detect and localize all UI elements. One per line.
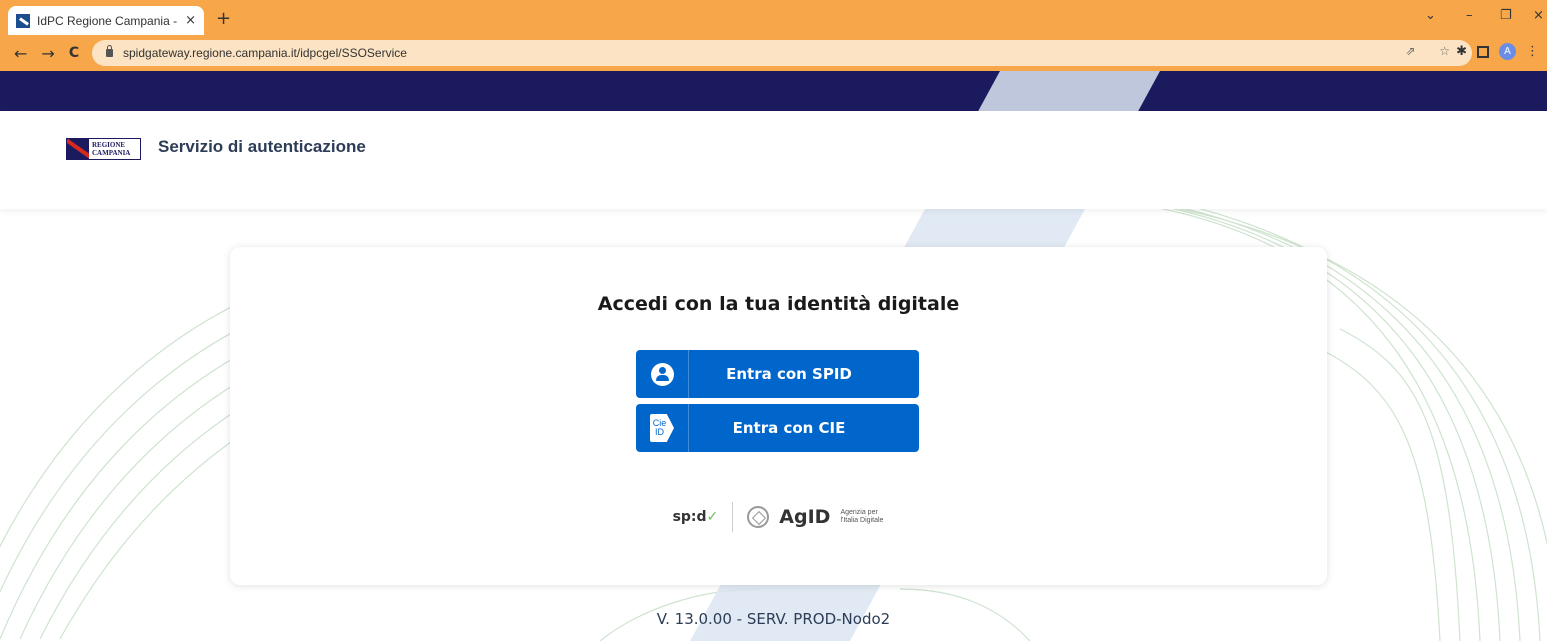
menu-icon[interactable]: ⋮ — [1526, 44, 1539, 59]
spid-logo: sp:d✓ — [673, 509, 719, 525]
new-tab-button[interactable]: + — [216, 8, 231, 29]
version-label: V. 13.0.00 - SERV. PROD-Nodo2 — [656, 610, 891, 628]
cie-button-label: Entra con CIE — [732, 419, 846, 437]
lock-icon[interactable] — [106, 45, 113, 57]
regione-campania-logo[interactable]: REGIONE CAMPANIA — [66, 138, 141, 160]
browser-tab[interactable]: IdPC Regione Campania - Selezio × — [8, 6, 204, 35]
restore-button[interactable]: ❐ — [1500, 8, 1512, 23]
share-star-icons[interactable]: ⇗ ☆ — [1405, 44, 1460, 58]
browser-toolbar: ← → C spidgateway.regione.campania.it/id… — [0, 35, 1547, 71]
address-bar[interactable]: spidgateway.regione.campania.it/idpcgel/… — [92, 40, 1472, 66]
browser-tab-bar: IdPC Regione Campania - Selezio × + ⌄ – … — [0, 0, 1547, 35]
logo-text: REGIONE CAMPANIA — [92, 141, 131, 157]
tab-search-icon[interactable]: ⌄ — [1425, 8, 1436, 23]
close-window-button[interactable]: × — [1533, 8, 1544, 23]
cie-icon-box: Cie ID — [636, 404, 689, 452]
reload-button[interactable]: C — [69, 45, 79, 61]
side-panel-icon[interactable] — [1477, 45, 1489, 58]
spid-icon-box — [636, 350, 689, 398]
italian-republic-emblem-icon — [747, 506, 770, 528]
extensions-icon[interactable]: ✱ — [1456, 44, 1467, 59]
forward-button[interactable]: → — [41, 44, 54, 63]
profile-avatar[interactable]: A — [1499, 43, 1516, 60]
tab-title: IdPC Regione Campania - Selezio — [37, 13, 177, 28]
agid-logo: AgID — [779, 506, 831, 528]
card-title: Accedi con la tua identità digitale — [597, 293, 960, 315]
spid-login-button[interactable]: Entra con SPID — [636, 350, 919, 398]
top-band — [0, 71, 1547, 111]
user-circle-icon — [650, 362, 674, 386]
flag-icon — [67, 139, 89, 159]
logo-divider — [732, 502, 734, 532]
provider-logos: sp:d✓ AgID Agenzia per l'Italia Digitale — [230, 502, 1327, 532]
back-button[interactable]: ← — [14, 44, 27, 63]
cie-login-button[interactable]: Cie ID Entra con CIE — [636, 404, 919, 452]
spid-logo-text: sp:d — [672, 509, 707, 525]
minimize-button[interactable]: – — [1466, 8, 1473, 23]
site-header: REGIONE CAMPANIA Servizio di autenticazi… — [0, 111, 1547, 209]
spid-button-label: Entra con SPID — [726, 365, 852, 383]
agid-subtitle: Agenzia per l'Italia Digitale — [840, 509, 884, 524]
login-card: Accedi con la tua identità digitale Entr… — [230, 247, 1327, 585]
tab-close-icon[interactable]: × — [185, 13, 196, 28]
extension-area: ✱ A ⋮ — [1456, 43, 1539, 60]
cie-id-icon: Cie ID — [650, 414, 674, 442]
favicon-icon — [16, 13, 30, 28]
page-title: Servizio di autenticazione — [158, 137, 366, 156]
check-icon: ✓ — [706, 509, 719, 525]
url-text[interactable]: spidgateway.regione.campania.it/idpcgel/… — [123, 46, 407, 60]
